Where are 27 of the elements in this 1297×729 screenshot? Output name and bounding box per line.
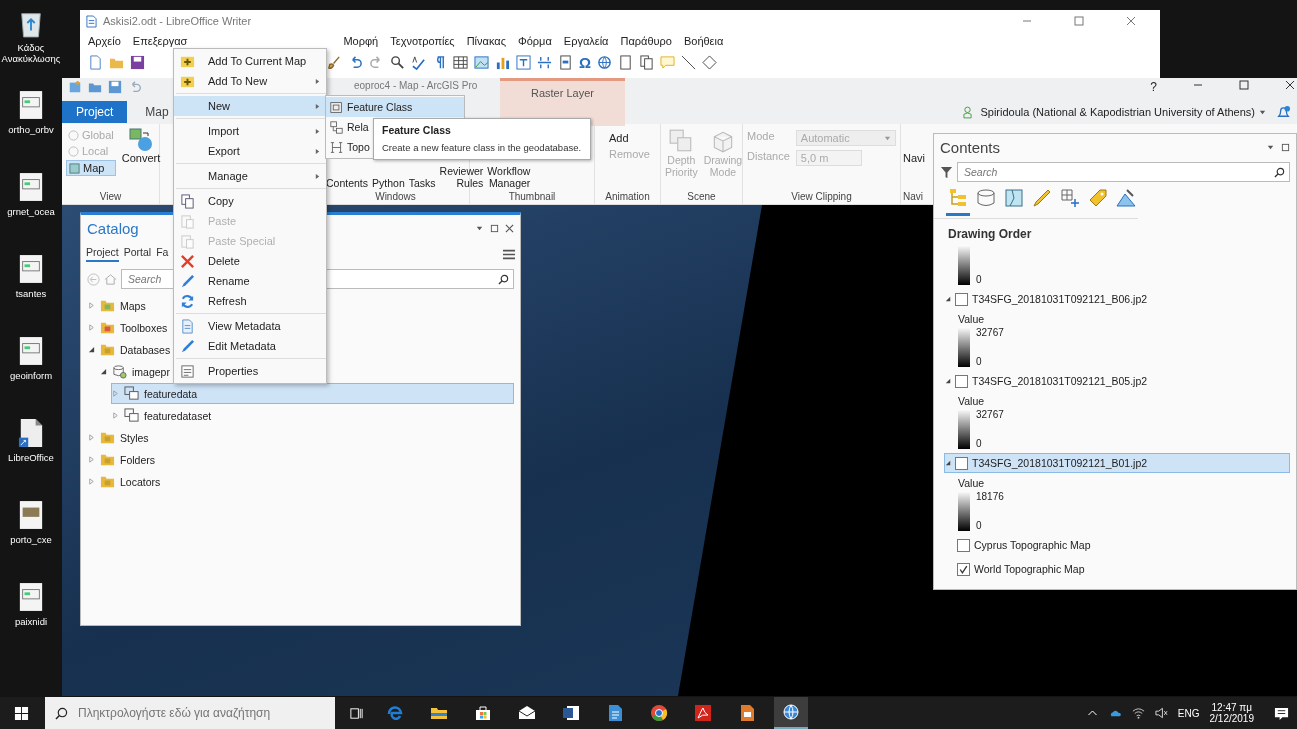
legend-value: 32767: [976, 327, 1004, 338]
group-label: Navi: [903, 191, 924, 202]
legend-label: Value: [957, 312, 986, 327]
legend-label: Value: [957, 394, 986, 409]
group-label: Thumbnail: [507, 191, 557, 202]
window-title: eoproc4 - Map - ArcGIS Pro: [354, 80, 478, 92]
pane-title: Catalog: [87, 219, 139, 237]
field-label: Mode: [747, 130, 776, 144]
window-title: Askisi2.odt - LibreOffice Writer: [103, 15, 252, 27]
legend-value: 0: [976, 274, 982, 285]
legend-label: Value: [957, 476, 986, 491]
legend-value: 0: [976, 438, 983, 449]
legend-value: 32767: [976, 409, 1004, 420]
legend-value: 0: [976, 520, 983, 531]
group-label: View: [98, 191, 123, 202]
field-label: Distance: [747, 150, 790, 164]
pane-title: Contents: [940, 138, 1001, 156]
section-heading: Drawing Order: [947, 226, 1033, 243]
group-label: Windows: [374, 191, 417, 202]
legend-value: 18176: [976, 491, 1004, 502]
group-label: Animation: [604, 191, 651, 202]
legend-value: 0: [976, 356, 983, 367]
tooltip-text: Create a new feature class in the geodatabase.: [382, 142, 582, 153]
group-label: Scene: [686, 191, 717, 202]
contextual-tab-title: Raster Layer: [531, 87, 594, 101]
tooltip-title: Feature Class: [382, 124, 452, 136]
group-label: View Clipping: [790, 191, 853, 202]
